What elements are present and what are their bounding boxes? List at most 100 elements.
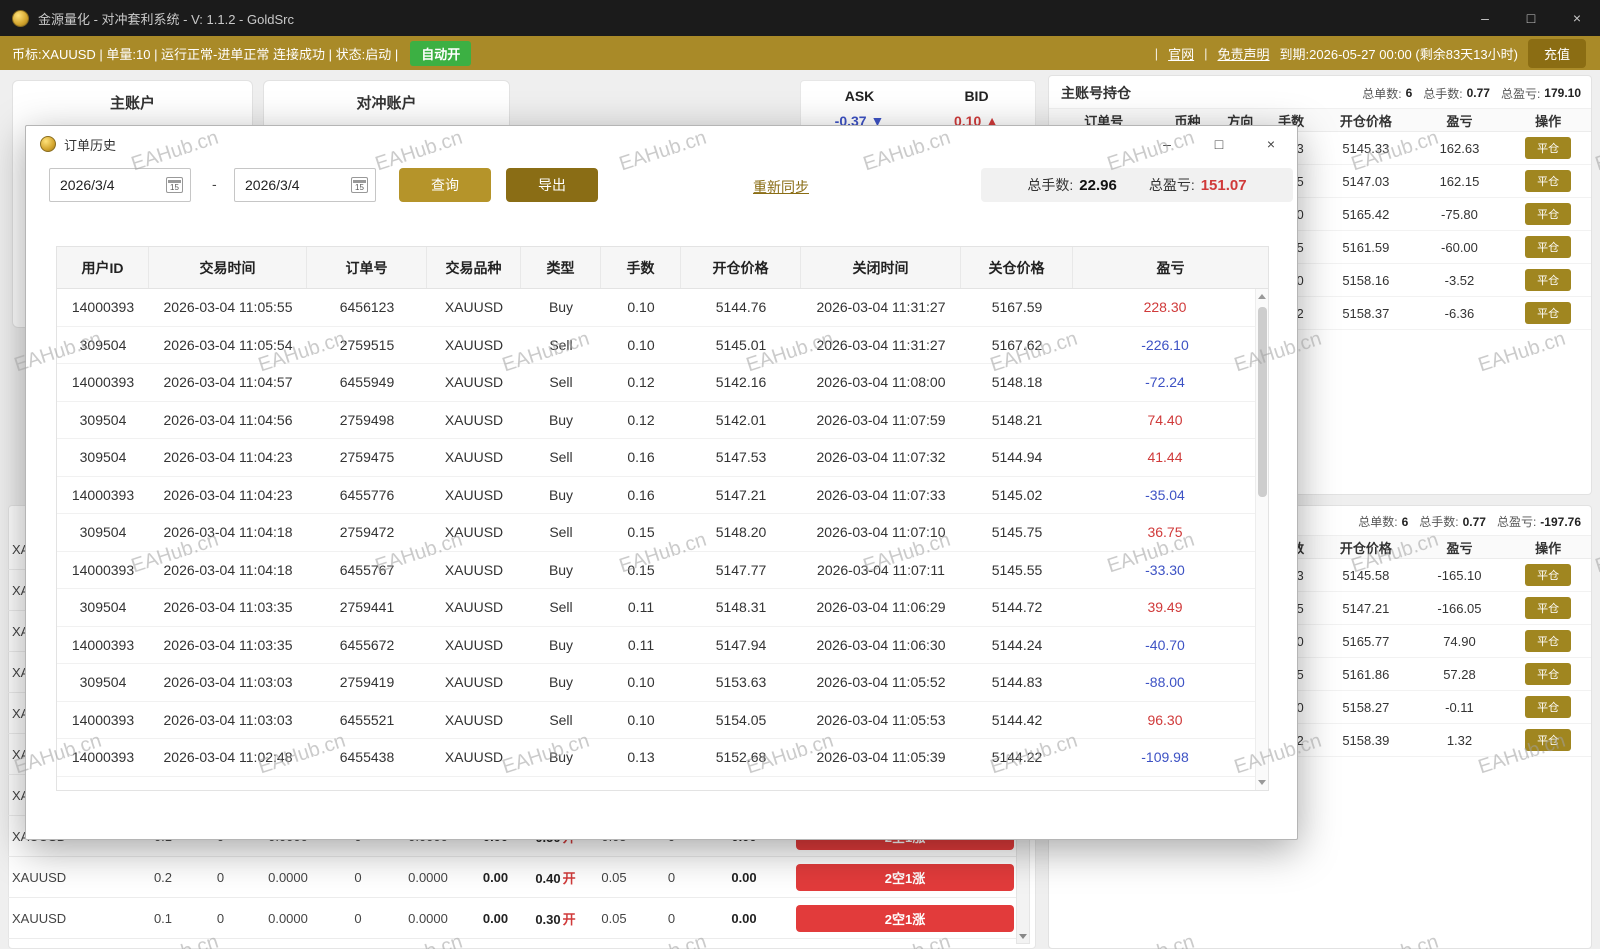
dialog-close-button[interactable]: × — [1245, 126, 1297, 162]
order-cell: 6456123 — [307, 299, 427, 315]
order-cell: 39.49 — [1073, 599, 1257, 615]
calendar-icon[interactable]: 15 — [166, 177, 183, 193]
order-cell: 309504 — [57, 787, 149, 790]
order-cell: 5148.31 — [681, 599, 801, 615]
position-cell: 5145.58 — [1318, 568, 1414, 583]
order-cell: 2026-03-04 11:06:30 — [801, 637, 961, 653]
order-cell: 0.13 — [601, 749, 681, 765]
order-row: 3095042026-03-04 11:04:182759472XAUUSDSe… — [57, 514, 1268, 552]
watermark: EAHub.cn — [1593, 529, 1600, 579]
combo-order-button[interactable]: 2空1涨 — [796, 864, 1014, 891]
window-close-button[interactable]: × — [1554, 0, 1600, 36]
order-cell: Sell — [521, 787, 601, 790]
close-position-button[interactable]: 平仓 — [1525, 696, 1571, 718]
order-cell: 0.15 — [601, 524, 681, 540]
column-header: 交易品种 — [427, 247, 521, 288]
close-position-button[interactable]: 平仓 — [1525, 170, 1571, 192]
window-minimize-button[interactable]: – — [1462, 0, 1508, 36]
order-cell: 2026-03-04 11:04:23 — [149, 487, 307, 503]
order-cell: 2026-03-04 11:07:32 — [801, 449, 961, 465]
pnl-value: 179.10 — [1544, 86, 1581, 100]
position-action-cell: 平仓 — [1505, 597, 1591, 619]
positions-summary: 总单数:6 总手数:0.77 总盈亏:179.10 — [1362, 85, 1581, 102]
order-cell: 2026-03-04 11:05:55 — [149, 299, 307, 315]
close-position-button[interactable]: 平仓 — [1525, 630, 1571, 652]
pnl-label: 总盈亏: — [1497, 513, 1536, 530]
app-coin-icon — [12, 10, 29, 27]
close-position-button[interactable]: 平仓 — [1525, 597, 1571, 619]
order-cell: -72.24 — [1073, 374, 1257, 390]
order-cell: 14000393 — [57, 749, 149, 765]
window-titlebar: 金源量化 - 对冲套利系统 - V: 1.1.2 - GoldSrc – □ × — [0, 0, 1600, 36]
close-position-button[interactable]: 平仓 — [1525, 137, 1571, 159]
order-cell: 2026-03-04 11:05:52 — [801, 674, 961, 690]
close-position-button[interactable]: 平仓 — [1525, 203, 1571, 225]
order-cell: 2026-03-04 11:04:23 — [149, 449, 307, 465]
total-pnl-label: 总盈亏: — [1149, 175, 1195, 195]
date-range-separator: - — [212, 176, 217, 192]
pnl-value: -197.76 — [1540, 515, 1581, 529]
position-cell: 57.28 — [1414, 667, 1506, 682]
date-from-input[interactable]: 2026/3/4 15 — [49, 168, 191, 202]
order-cell: 309504 — [57, 674, 149, 690]
official-site-link[interactable]: 官网 — [1168, 44, 1194, 63]
order-cell: 5142.16 — [681, 374, 801, 390]
order-cell: 2759475 — [307, 449, 427, 465]
resync-link[interactable]: 重新同步 — [753, 177, 809, 197]
position-action-cell: 平仓 — [1505, 302, 1591, 324]
dialog-maximize-button[interactable]: □ — [1193, 126, 1245, 162]
auto-mode-badge[interactable]: 自动开 — [410, 41, 471, 66]
order-cell: 0.10 — [601, 299, 681, 315]
order-cell: 2026-03-04 11:03:03 — [149, 712, 307, 728]
recharge-button[interactable]: 充值 — [1528, 39, 1586, 68]
grid-cell: 0 — [188, 870, 253, 885]
lots-value: 0.77 — [1467, 86, 1490, 100]
dialog-minimize-button[interactable]: – — [1141, 126, 1193, 162]
window-controls: – □ × — [1462, 0, 1600, 36]
disclaimer-link[interactable]: 免责声明 — [1218, 44, 1270, 63]
close-position-button[interactable]: 平仓 — [1525, 302, 1571, 324]
window-maximize-button[interactable]: □ — [1508, 0, 1554, 36]
order-cell: 5147.77 — [681, 562, 801, 578]
lots-value: 0.77 — [1463, 515, 1486, 529]
order-cell: 2026-03-04 11:07:11 — [801, 562, 961, 578]
scrollbar-thumb[interactable] — [1258, 307, 1267, 497]
order-cell: 2759441 — [307, 599, 427, 615]
close-position-button[interactable]: 平仓 — [1525, 236, 1571, 258]
orders-count-label: 总单数: — [1358, 513, 1397, 530]
table-scrollbar[interactable] — [1255, 289, 1268, 790]
order-cell: 2026-03-04 11:03:03 — [149, 674, 307, 690]
position-cell: 5161.86 — [1318, 667, 1414, 682]
calendar-icon[interactable]: 15 — [351, 177, 368, 193]
order-cell: 5144.24 — [961, 637, 1073, 653]
orders-count-label: 总单数: — [1362, 85, 1401, 102]
order-cell: 309504 — [57, 449, 149, 465]
order-cell: 5144.42 — [961, 712, 1073, 728]
column-header: 盈亏 — [1414, 111, 1506, 130]
close-position-button[interactable]: 平仓 — [1525, 269, 1571, 291]
column-header: 操作 — [1505, 111, 1591, 130]
column-header: 关闭时间 — [801, 247, 961, 288]
date-from-value: 2026/3/4 — [60, 177, 115, 193]
order-cell: 14000393 — [57, 487, 149, 503]
close-position-button[interactable]: 平仓 — [1525, 663, 1571, 685]
export-button[interactable]: 导出 — [506, 168, 598, 202]
close-position-button[interactable]: 平仓 — [1525, 564, 1571, 586]
scroll-down-icon[interactable] — [1019, 934, 1027, 939]
order-cell: Sell — [521, 374, 601, 390]
lots-label: 总手数: — [1419, 513, 1458, 530]
scroll-down-icon[interactable] — [1258, 780, 1266, 785]
combo-order-button[interactable]: 2空1涨 — [796, 905, 1014, 932]
date-to-input[interactable]: 2026/3/4 15 — [234, 168, 376, 202]
dialog-toolbar: 2026/3/4 15 - 2026/3/4 15 查询 导出 重新同步 总手数… — [26, 168, 1297, 208]
order-row: 140003932026-03-04 11:03:036455521XAUUSD… — [57, 702, 1268, 740]
order-cell: XAUUSD — [427, 524, 521, 540]
scroll-up-icon[interactable] — [1258, 294, 1266, 299]
order-cell: 309504 — [57, 599, 149, 615]
query-button[interactable]: 查询 — [399, 168, 491, 202]
close-position-button[interactable]: 平仓 — [1525, 729, 1571, 751]
grid-action-cell: 2空1涨 — [790, 905, 1020, 932]
order-cell: 5144.76 — [681, 299, 801, 315]
bid-label: BID — [918, 81, 1035, 104]
orders-count-value: 6 — [1406, 86, 1413, 100]
